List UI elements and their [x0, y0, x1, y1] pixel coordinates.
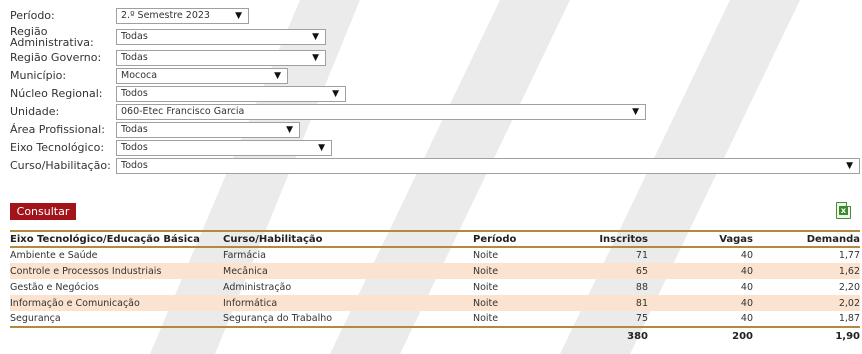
- total-empty-3: [473, 326, 573, 344]
- select-value: Todas: [121, 124, 148, 135]
- cell-inscritos: 65: [573, 263, 648, 279]
- chevron-down-icon: ▼: [286, 125, 293, 135]
- select-value: Todos: [121, 160, 148, 171]
- cell-eixo: Gestão e Negócios: [10, 281, 99, 293]
- filter-row-eixo-tecnologico: Eixo Tecnológico: Todos ▼: [10, 140, 860, 156]
- cell-inscritos: 88: [635, 281, 648, 293]
- col-eixo-header[interactable]: Eixo Tecnológico/Educação Básica: [10, 230, 223, 248]
- cell-periodo: Noite: [473, 250, 499, 261]
- table-row: Segurança Segurança do Trabalho Noite 75…: [10, 311, 860, 327]
- cell-demanda: 2,20: [838, 281, 860, 293]
- chevron-down-icon: ▼: [318, 143, 325, 153]
- select-value: Todos: [121, 88, 148, 99]
- cell-curso: Informática: [223, 295, 473, 311]
- cell-eixo: Controle e Processos Industriais: [10, 263, 223, 279]
- cell-inscritos: 71: [635, 250, 648, 261]
- table-row: Gestão e Negócios Administração Noite 88…: [10, 279, 860, 295]
- cell-demanda: 1,77: [838, 250, 860, 261]
- col-inscritos-header[interactable]: Inscritos: [573, 230, 648, 248]
- col-vagas-header[interactable]: Vagas: [648, 230, 753, 248]
- select-regiao-governo[interactable]: Todas ▼: [116, 50, 326, 66]
- cell-inscritos: 81: [573, 295, 648, 311]
- cell-vagas: 40: [648, 263, 753, 279]
- filter-label-unidade: Unidade:: [10, 105, 60, 118]
- cell-curso: Segurança do Trabalho: [223, 313, 333, 324]
- chevron-down-icon: ▼: [274, 71, 281, 81]
- total-demanda: 1,90: [753, 326, 860, 344]
- select-eixo-tecnologico[interactable]: Todos ▼: [116, 140, 332, 156]
- select-value: Todas: [121, 31, 148, 42]
- select-nucleo-regional[interactable]: Todos ▼: [116, 86, 346, 102]
- cell-vagas: 40: [740, 250, 753, 261]
- filter-label-regiao-governo: Região Governo:: [10, 51, 102, 64]
- filter-row-regiao-governo: Região Governo: Todas ▼: [10, 50, 860, 66]
- select-curso-habilitacao[interactable]: Todos ▼: [116, 158, 860, 174]
- filter-row-regiao-administrativa: Região Administrativa: Todas ▼: [10, 26, 860, 48]
- select-value: Todas: [121, 52, 148, 63]
- cell-inscritos: 75: [635, 313, 648, 324]
- cell-vagas: 40: [648, 295, 753, 311]
- consultar-button[interactable]: Consultar: [10, 203, 76, 220]
- chevron-down-icon: ▼: [312, 53, 319, 63]
- cell-periodo: Noite: [473, 281, 499, 293]
- table-row: Controle e Processos Industriais Mecânic…: [10, 263, 860, 279]
- cell-eixo: Segurança: [10, 313, 61, 324]
- select-value: 2.º Semestre 2023: [121, 10, 210, 21]
- results-table: Eixo Tecnológico/Educação Básica Curso/H…: [10, 230, 860, 344]
- total-empty-2: [223, 326, 473, 344]
- cell-periodo: Noite: [473, 263, 573, 279]
- select-value: 060-Etec Francisco Garcia: [121, 106, 245, 117]
- filter-row-unidade: Unidade: 060-Etec Francisco Garcia ▼: [10, 104, 860, 120]
- chevron-down-icon: ▼: [632, 107, 639, 117]
- filter-row-periodo: Período: 2.º Semestre 2023 ▼: [10, 8, 860, 24]
- cell-periodo: Noite: [473, 295, 573, 311]
- total-vagas: 200: [648, 326, 753, 344]
- cell-curso: Administração: [223, 281, 292, 293]
- col-curso-header[interactable]: Curso/Habilitação: [223, 230, 473, 248]
- filter-row-nucleo-regional: Núcleo Regional: Todos ▼: [10, 86, 860, 102]
- select-value: Mococa: [121, 70, 158, 81]
- cell-vagas: 40: [740, 313, 753, 324]
- cell-periodo: Noite: [473, 313, 499, 324]
- cell-curso: Mecânica: [223, 263, 473, 279]
- filter-label-periodo: Período:: [10, 9, 55, 22]
- excel-x-glyph: x: [839, 206, 848, 215]
- cell-vagas: 40: [740, 281, 753, 293]
- col-periodo-header[interactable]: Período: [473, 230, 573, 248]
- excel-export-icon[interactable]: x: [836, 202, 851, 219]
- total-empty-1: [10, 326, 223, 344]
- table-header-row: Eixo Tecnológico/Educação Básica Curso/H…: [10, 230, 860, 248]
- select-value: Todos: [121, 142, 148, 153]
- cell-curso: Farmácia: [223, 250, 266, 261]
- select-regiao-administrativa[interactable]: Todas ▼: [116, 29, 326, 45]
- select-municipio[interactable]: Mococa ▼: [116, 68, 288, 84]
- filter-row-area-profissional: Área Profissional: Todas ▼: [10, 122, 860, 138]
- cell-demanda: 1,62: [753, 263, 860, 279]
- cell-eixo: Informação e Comunicação: [10, 295, 223, 311]
- cell-demanda: 1,87: [838, 313, 860, 324]
- select-periodo[interactable]: 2.º Semestre 2023 ▼: [116, 8, 249, 24]
- filter-row-municipio: Município: Mococa ▼: [10, 68, 860, 84]
- cell-demanda: 2,02: [753, 295, 860, 311]
- filter-form: Período: 2.º Semestre 2023 ▼ Região Admi…: [10, 8, 860, 176]
- filter-label-curso-habilitacao: Curso/Habilitação:: [10, 159, 111, 172]
- select-unidade[interactable]: 060-Etec Francisco Garcia ▼: [116, 104, 646, 120]
- chevron-down-icon: ▼: [312, 32, 319, 42]
- filter-label-eixo-tecnologico: Eixo Tecnológico:: [10, 141, 105, 154]
- table-total-row: 380 200 1,90: [10, 326, 860, 344]
- cell-eixo: Ambiente e Saúde: [10, 250, 98, 261]
- col-demanda-header[interactable]: Demanda: [753, 230, 860, 248]
- chevron-down-icon: ▼: [846, 161, 853, 171]
- filter-label-municipio: Município:: [10, 69, 67, 82]
- filter-label-regiao-administrativa: Região Administrativa:: [10, 25, 94, 49]
- filter-label-nucleo-regional: Núcleo Regional:: [10, 87, 103, 100]
- filter-label-area-profissional: Área Profissional:: [10, 123, 105, 136]
- filter-row-curso-habilitacao: Curso/Habilitação: Todos ▼: [10, 158, 860, 174]
- chevron-down-icon: ▼: [332, 89, 339, 99]
- total-inscritos: 380: [573, 326, 648, 344]
- table-row: Ambiente e Saúde Farmácia Noite 71 40 1,…: [10, 247, 860, 263]
- table-row: Informação e Comunicação Informática Noi…: [10, 295, 860, 311]
- select-area-profissional[interactable]: Todas ▼: [116, 122, 300, 138]
- chevron-down-icon: ▼: [235, 11, 242, 21]
